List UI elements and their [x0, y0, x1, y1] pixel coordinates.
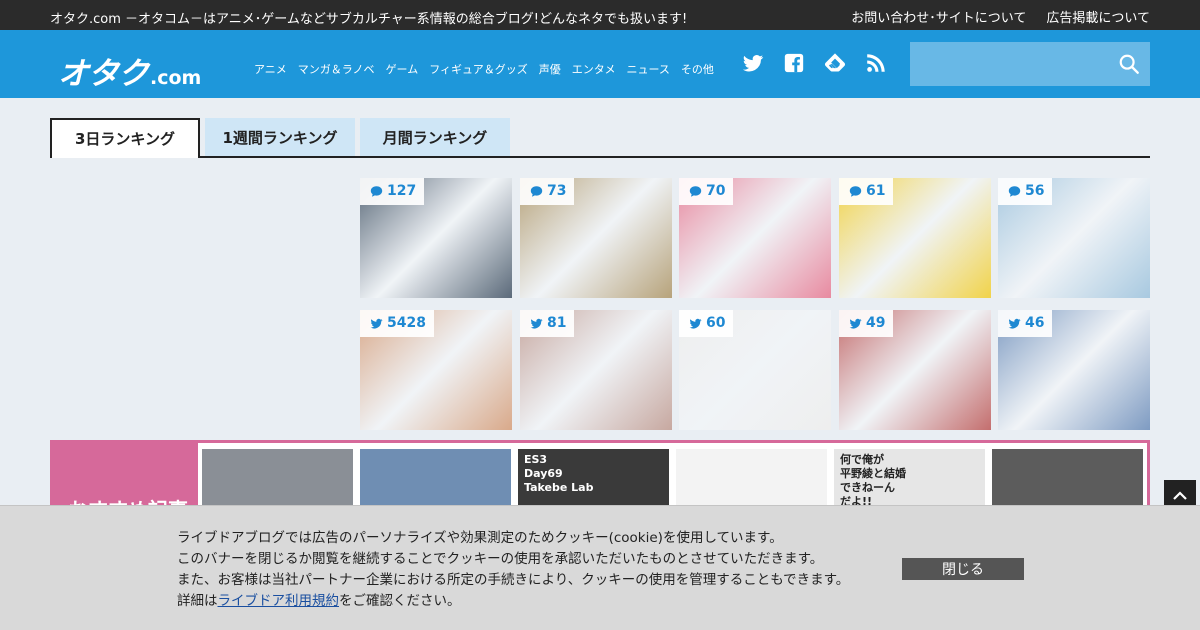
ranking-tabs: 3日ランキング 1週間ランキング 月間ランキング: [50, 118, 1150, 158]
comment-count-badge: 70: [679, 178, 734, 205]
comment-bubble-icon: [530, 185, 543, 198]
nav-item-other[interactable]: その他: [681, 61, 714, 77]
twitter-icon: [1008, 317, 1021, 330]
nav-item-anime[interactable]: アニメ: [254, 61, 287, 77]
site-logo[interactable]: オタク .com: [58, 48, 201, 93]
tweet-count-badge: 81: [520, 310, 575, 337]
cookie-message: ライブドアブログでは広告のパーソナライズや効果測定のためクッキー(cookie)…: [177, 530, 850, 609]
twitter-icon: [370, 317, 383, 330]
top-links: お問い合わせ･サイトについて 広告掲載について: [851, 7, 1150, 26]
cookie-close-button[interactable]: 閉じる: [902, 558, 1024, 580]
comment-count: 56: [1025, 183, 1045, 199]
tweet-ranking-card[interactable]: 5428: [360, 310, 512, 430]
feedly-icon[interactable]: [824, 52, 846, 74]
tile-caption: ES3 Day69 Takebe Lab: [524, 453, 594, 494]
comment-bubble-icon: [1008, 185, 1021, 198]
advertising-link[interactable]: 広告掲載について: [1046, 7, 1150, 26]
search-box: [910, 42, 1150, 86]
tweet-count-badge: 5428: [360, 310, 434, 337]
tweet-ranking-card[interactable]: 81: [520, 310, 672, 430]
tweet-ranking-card[interactable]: 60: [679, 310, 831, 430]
nav-item-news[interactable]: ニュース: [626, 61, 669, 77]
comment-bubble-icon: [370, 185, 383, 198]
nav-item-figure[interactable]: フィギュア＆グッズ: [429, 61, 528, 77]
comment-count: 61: [866, 183, 886, 199]
tweet-count: 49: [866, 315, 886, 331]
tile-caption: 何で俺が 平野綾と結婚 できねーん だよ!!: [840, 453, 906, 508]
terms-link[interactable]: ライブドア利用規約: [218, 593, 340, 609]
tweet-ranking-card[interactable]: 46: [998, 310, 1150, 430]
nav-item-entertainment[interactable]: エンタメ: [572, 61, 616, 77]
tweet-count: 5428: [387, 315, 426, 331]
comment-count-badge: 73: [520, 178, 575, 205]
comment-count-badge: 56: [998, 178, 1053, 205]
site-header: オタク .com アニメ マンガ＆ラノベ ゲーム フィギュア＆グッズ 声優 エンタ…: [0, 30, 1200, 98]
comment-count: 70: [706, 183, 726, 199]
tweet-count: 46: [1025, 315, 1045, 331]
search-input[interactable]: [910, 42, 1110, 86]
comment-count: 127: [387, 183, 417, 199]
tweet-count-badge: 60: [679, 310, 734, 337]
site-tagline: オタク.com －オタコム－はアニメ･ゲームなどサブカルチャー系情報の総合ブログ…: [50, 12, 688, 27]
comment-ranking-card[interactable]: 61: [839, 178, 991, 298]
tweet-count-badge: 49: [839, 310, 894, 337]
comment-bubble-icon: [689, 185, 702, 198]
comment-count-badge: 61: [839, 178, 894, 205]
tab-3day-ranking[interactable]: 3日ランキング: [50, 118, 200, 158]
rss-icon[interactable]: [865, 52, 887, 74]
twitter-icon: [849, 317, 862, 330]
contact-link[interactable]: お問い合わせ･サイトについて: [851, 7, 1026, 26]
facebook-icon[interactable]: [783, 52, 805, 74]
nav-item-manga[interactable]: マンガ＆ラノベ: [298, 61, 375, 77]
twitter-icon[interactable]: [742, 52, 764, 74]
tweet-count: 81: [547, 315, 567, 331]
nav-item-seiyu[interactable]: 声優: [539, 61, 561, 77]
comment-bubble-icon: [849, 185, 862, 198]
comment-ranking-card[interactable]: 73: [520, 178, 672, 298]
comment-ranking-card[interactable]: 56: [998, 178, 1150, 298]
search-icon[interactable]: [1118, 53, 1140, 75]
comment-count: 73: [547, 183, 567, 199]
social-links: [742, 52, 887, 74]
cookie-banner: ライブドアブログでは広告のパーソナライズや効果測定のためクッキー(cookie)…: [0, 505, 1200, 630]
twitter-icon: [530, 317, 543, 330]
category-nav: アニメ マンガ＆ラノベ ゲーム フィギュア＆グッズ 声優 エンタメ ニュース そ…: [254, 61, 714, 77]
tweet-count-badge: 46: [998, 310, 1053, 337]
tweet-ranking-card[interactable]: 49: [839, 310, 991, 430]
tab-monthly-ranking[interactable]: 月間ランキング: [360, 118, 510, 156]
comment-ranking-card[interactable]: 127: [360, 178, 512, 298]
comment-count-badge: 127: [360, 178, 425, 205]
nav-item-game[interactable]: ゲーム: [386, 61, 419, 77]
tab-weekly-ranking[interactable]: 1週間ランキング: [205, 118, 355, 156]
twitter-icon: [689, 317, 702, 330]
tweet-count: 60: [706, 315, 726, 331]
comment-ranking-card[interactable]: 70: [679, 178, 831, 298]
top-info-bar: オタク.com －オタコム－はアニメ･ゲームなどサブカルチャー系情報の総合ブログ…: [0, 0, 1200, 30]
